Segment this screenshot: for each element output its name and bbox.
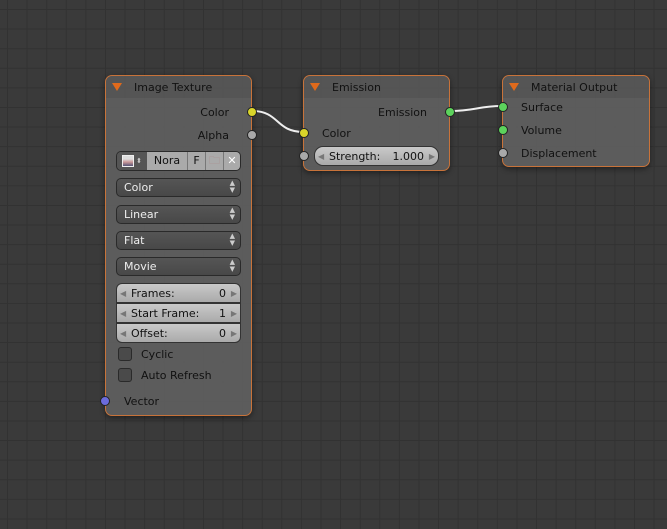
interpolation-select[interactable]: Linear ▲ ▼ — [116, 205, 241, 224]
link-emission — [449, 105, 503, 112]
output-color-label: Color — [200, 106, 229, 119]
collapse-triangle-icon[interactable] — [310, 83, 320, 91]
input-volume-socket[interactable] — [498, 125, 508, 135]
output-alpha-label: Alpha — [197, 129, 229, 142]
input-vector-socket[interactable] — [100, 396, 110, 406]
node-title: Emission — [332, 80, 381, 94]
start-frame-field[interactable]: ◀ Start Frame: 1 ▶ — [116, 303, 241, 323]
source-select[interactable]: Movie ▲ ▼ — [116, 257, 241, 276]
fake-user-button[interactable]: F — [187, 152, 205, 170]
input-surface-socket[interactable] — [498, 102, 508, 112]
image-texture-node[interactable]: Image Texture Color Alpha ⬍ Nora F 🗀 ✕ C… — [100, 75, 257, 416]
field-label: Frames: — [131, 287, 175, 300]
field-label: Offset: — [131, 327, 168, 340]
arrow-left-icon[interactable]: ◀ — [120, 304, 126, 324]
node-header[interactable]: Image Texture — [106, 76, 251, 98]
input-vector-label: Vector — [124, 395, 160, 408]
link-color — [251, 110, 305, 133]
projection-select[interactable]: Flat ▲ ▼ — [116, 231, 241, 250]
arrow-left-icon[interactable]: ◀ — [120, 324, 126, 344]
arrow-right-icon[interactable]: ▶ — [231, 304, 237, 324]
input-color-label: Color — [322, 127, 351, 140]
arrow-left-icon[interactable]: ◀ — [120, 284, 126, 304]
node-header[interactable]: Material Output — [503, 76, 649, 98]
field-value: 0 — [219, 327, 226, 340]
input-volume-label: Volume — [521, 124, 562, 137]
updown-icon: ▲ ▼ — [229, 206, 235, 221]
image-selector: ⬍ Nora F 🗀 ✕ — [116, 151, 241, 171]
field-value: 0 — [219, 287, 226, 300]
arrow-right-icon[interactable]: ▶ — [231, 324, 237, 344]
field-label: Start Frame: — [131, 307, 200, 320]
color-space-select[interactable]: Color ▲ ▼ — [116, 178, 241, 197]
strength-field[interactable]: ◀ Strength: 1.000 ▶ — [314, 146, 439, 166]
updown-icon: ▲ ▼ — [229, 258, 235, 273]
select-value: Flat — [124, 234, 145, 247]
updown-icon: ▲ ▼ — [229, 179, 235, 194]
output-emission-label: Emission — [378, 106, 427, 119]
input-displacement-socket[interactable] — [498, 148, 508, 158]
field-label: Strength: — [329, 150, 381, 163]
field-value: 1.000 — [392, 150, 425, 163]
cyclic-checkbox[interactable] — [118, 347, 132, 361]
offset-field[interactable]: ◀ Offset: 0 ▶ — [116, 323, 241, 343]
collapse-triangle-icon[interactable] — [509, 83, 519, 91]
node-header[interactable]: Emission — [304, 76, 449, 98]
cyclic-label: Cyclic — [141, 348, 174, 361]
auto-refresh-label: Auto Refresh — [141, 369, 212, 382]
arrow-left-icon[interactable]: ◀ — [318, 147, 324, 167]
output-color-socket[interactable] — [247, 107, 257, 117]
arrow-right-icon[interactable]: ▶ — [231, 284, 237, 304]
node-title: Material Output — [531, 80, 618, 94]
input-surface-label: Surface — [521, 101, 563, 114]
unlink-x-icon[interactable]: ✕ — [223, 152, 240, 170]
input-color-socket[interactable] — [299, 128, 309, 138]
open-folder-icon[interactable]: 🗀 — [205, 152, 223, 170]
input-strength-socket[interactable] — [299, 151, 309, 161]
field-value: 1 — [219, 307, 226, 320]
frames-field[interactable]: ◀ Frames: 0 ▶ — [116, 283, 241, 303]
node-title: Image Texture — [134, 80, 213, 94]
select-value: Linear — [124, 208, 159, 221]
emission-node[interactable]: Emission Emission Color ◀ Strength: 1.000 ▶ — [299, 75, 455, 171]
image-name-field[interactable]: Nora — [147, 152, 187, 170]
select-value: Movie — [124, 260, 157, 273]
material-output-node[interactable]: Material Output Surface Volume Displacem… — [498, 75, 650, 167]
auto-refresh-checkbox[interactable] — [118, 368, 132, 382]
image-browse-icon[interactable]: ⬍ — [117, 152, 147, 170]
updown-icon: ▲ ▼ — [229, 232, 235, 247]
select-value: Color — [124, 181, 153, 194]
output-emission-socket[interactable] — [445, 107, 455, 117]
collapse-triangle-icon[interactable] — [112, 83, 122, 91]
arrow-right-icon[interactable]: ▶ — [429, 147, 435, 167]
input-displacement-label: Displacement — [521, 147, 597, 160]
output-alpha-socket[interactable] — [247, 130, 257, 140]
